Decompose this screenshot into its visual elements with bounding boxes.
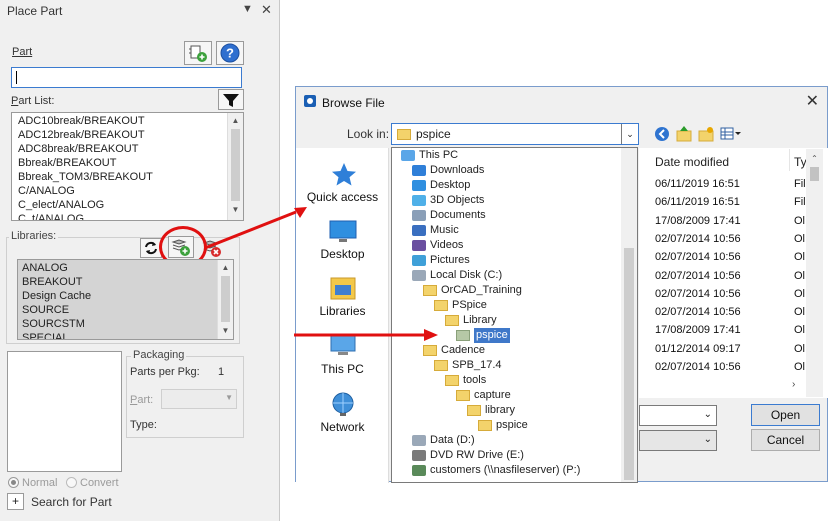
arrow-to-dialog bbox=[204, 210, 297, 250]
arrowhead-icon bbox=[424, 329, 438, 341]
annotation-arrows bbox=[204, 207, 438, 341]
